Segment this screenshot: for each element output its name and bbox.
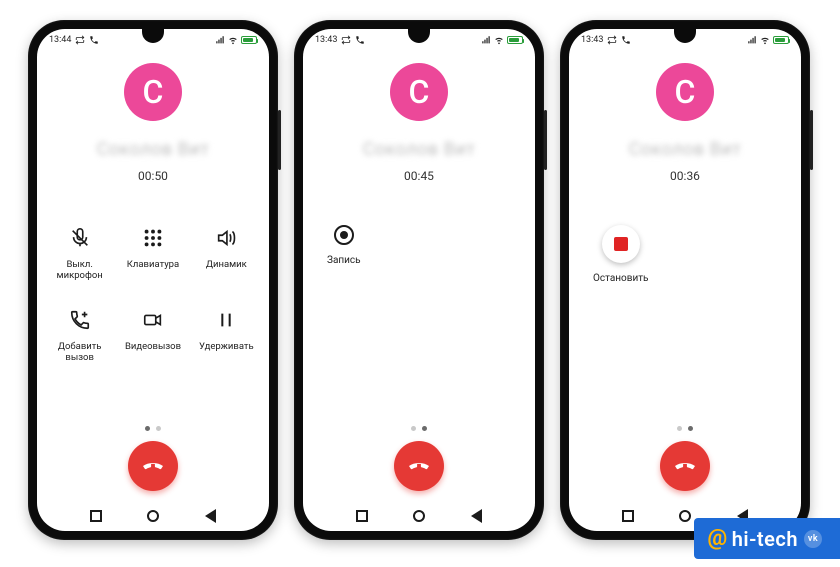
page-indicator [309, 426, 529, 431]
hold-label: Удерживать [199, 341, 254, 352]
nav-recents-button[interactable] [619, 507, 637, 525]
nav-recents-button[interactable] [87, 507, 105, 525]
mute-label: Выкл. микрофон [43, 259, 116, 281]
hold-button[interactable]: Удерживать [190, 307, 263, 363]
status-time: 13:43 [315, 35, 337, 45]
loop-icon [75, 35, 85, 45]
hangup-button[interactable] [394, 441, 444, 491]
stop-record-label: Остановить [593, 273, 648, 284]
nav-home-button[interactable] [144, 507, 162, 525]
watermark-at: @ [708, 526, 728, 551]
nav-home-button[interactable] [410, 507, 428, 525]
loop-icon [341, 35, 351, 45]
record-label: Запись [327, 255, 361, 266]
battery-icon [773, 36, 789, 44]
signal-icon [481, 35, 491, 45]
phone-frame: 13:43 C Соколов Вит 00:45 [294, 20, 544, 540]
caller-name: Соколов Вит [363, 139, 476, 161]
watermark: @ hi-tech vk [694, 518, 840, 559]
keypad-label: Клавиатура [127, 259, 179, 270]
caller-avatar: C [656, 63, 714, 121]
phone-frame: 13:44 C Соколов Вит 00:50 [28, 20, 278, 540]
screen: 13:43 C Соколов Вит 00:36 [569, 29, 801, 531]
wifi-icon [494, 35, 504, 45]
phone-status-icon [355, 35, 365, 45]
status-time: 13:44 [49, 35, 71, 45]
call-timer: 00:45 [404, 169, 434, 183]
page-dot [677, 426, 682, 431]
keypad-icon [140, 225, 166, 251]
speaker-icon [213, 225, 239, 251]
nav-recents-button[interactable] [353, 507, 371, 525]
hangup-button[interactable] [660, 441, 710, 491]
signal-icon [747, 35, 757, 45]
system-nav-bar [37, 501, 269, 531]
hangup-button[interactable] [128, 441, 178, 491]
page-dot [156, 426, 161, 431]
page-dot [422, 426, 427, 431]
page-indicator [575, 426, 795, 431]
call-timer: 00:36 [670, 169, 700, 183]
status-time: 13:43 [581, 35, 603, 45]
add-call-button[interactable]: Добавить вызов [43, 307, 116, 363]
stop-record-button[interactable]: Остановить [593, 225, 648, 284]
video-call-button[interactable]: Видеовызов [116, 307, 189, 363]
signal-icon [215, 35, 225, 45]
phone-frame: 13:43 C Соколов Вит 00:36 [560, 20, 810, 540]
mic-off-icon [67, 225, 93, 251]
caller-name: Соколов Вит [97, 139, 210, 161]
call-actions-grid: Выкл. микрофон Клавиатура Динамик [43, 225, 263, 363]
record-icon [334, 225, 354, 245]
wifi-icon [760, 35, 770, 45]
mute-button[interactable]: Выкл. микрофон [43, 225, 116, 281]
call-timer: 00:50 [138, 169, 168, 183]
loop-icon [607, 35, 617, 45]
hold-icon [213, 307, 239, 333]
wifi-icon [228, 35, 238, 45]
battery-icon [507, 36, 523, 44]
nav-back-button[interactable] [201, 507, 219, 525]
page-dot [411, 426, 416, 431]
nav-home-button[interactable] [676, 507, 694, 525]
keypad-button[interactable]: Клавиатура [116, 225, 189, 281]
video-call-label: Видеовызов [125, 341, 181, 352]
system-nav-bar [303, 501, 535, 531]
speaker-button[interactable]: Динамик [190, 225, 263, 281]
nav-back-button[interactable] [467, 507, 485, 525]
phone-status-icon [621, 35, 631, 45]
video-icon [140, 307, 166, 333]
add-call-label: Добавить вызов [43, 341, 116, 363]
caller-avatar: C [390, 63, 448, 121]
phone-status-icon [89, 35, 99, 45]
record-button[interactable]: Запись [327, 225, 361, 266]
page-dot [688, 426, 693, 431]
stop-icon [602, 225, 640, 263]
add-call-icon [67, 307, 93, 333]
vk-badge-icon: vk [804, 530, 822, 548]
battery-icon [241, 36, 257, 44]
caller-avatar: C [124, 63, 182, 121]
speaker-label: Динамик [206, 259, 247, 270]
page-indicator [43, 426, 263, 431]
screen: 13:44 C Соколов Вит 00:50 [37, 29, 269, 531]
page-dot [145, 426, 150, 431]
caller-name: Соколов Вит [629, 139, 742, 161]
screen: 13:43 C Соколов Вит 00:45 [303, 29, 535, 531]
watermark-text: hi-tech [732, 527, 798, 551]
